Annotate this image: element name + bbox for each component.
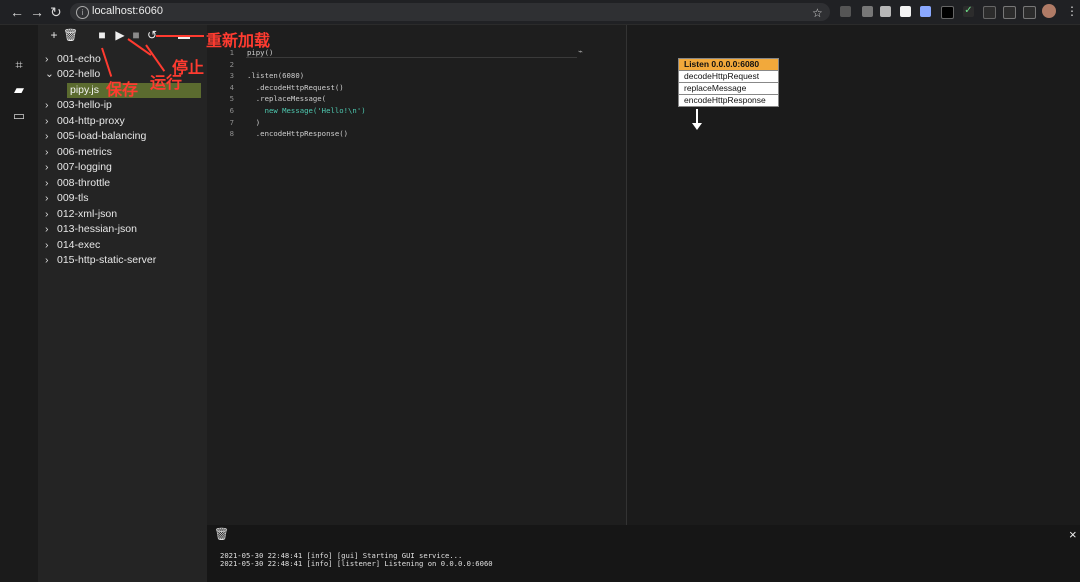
pipeline-node-item: decodeHttpRequest: [679, 70, 778, 82]
playlist-icon[interactable]: [1023, 6, 1036, 19]
code-line: .decodeHttpRequest(): [247, 82, 344, 92]
pipeline-node-item: replaceMessage: [679, 82, 778, 94]
chevron-right-icon: ›: [45, 99, 49, 111]
trash-icon[interactable]: 🗑: [63, 29, 78, 41]
info-icon[interactable]: i: [76, 6, 89, 19]
console-log-line: 2021-05-30 22:48:41 [info] [listener] Li…: [220, 559, 493, 568]
clear-console-icon[interactable]: 🗑: [214, 527, 229, 541]
line-number: 6: [229, 106, 234, 115]
address-text: localhost:6060: [92, 5, 163, 17]
chevron-right-icon: ›: [45, 192, 49, 204]
back-icon[interactable]: ←: [10, 4, 24, 20]
tree-item-002-hello[interactable]: ⌄ 002-hello: [45, 68, 100, 82]
extension-icon[interactable]: [880, 6, 891, 17]
extension-icon[interactable]: ✓: [963, 6, 974, 17]
folder-icon[interactable]: ▰: [11, 83, 27, 97]
more-menu-icon[interactable]: ⋮: [1066, 4, 1078, 18]
pipeline-node-item: encodeHttpResponse: [679, 94, 778, 106]
code-line: .listen(6080): [247, 71, 305, 81]
annotation-arrow: [156, 35, 204, 37]
pipeline-node-title: Listen 0.0.0.0:6080: [679, 59, 778, 70]
tree-item-008-throttle[interactable]: › 008-throttle: [45, 177, 110, 191]
line-number: 7: [229, 117, 234, 127]
pipeline-node[interactable]: Listen 0.0.0.0:6080 decodeHttpRequest re…: [678, 58, 779, 107]
chevron-right-icon: ›: [45, 130, 49, 142]
line-number: 3: [229, 71, 234, 81]
annotation-reload: 重新加载: [206, 33, 271, 50]
add-icon[interactable]: +: [48, 29, 60, 41]
reload-page-icon[interactable]: ↻: [50, 4, 62, 20]
forward-icon[interactable]: →: [30, 4, 44, 20]
browser-toolbar: ← → ↻ i localhost:6060 ☆ ✓ ⋮: [0, 0, 1080, 25]
tree-item-006-metrics[interactable]: › 006-metrics: [45, 146, 112, 160]
chevron-right-icon: ›: [45, 254, 49, 266]
annotation-run: 运行: [150, 75, 183, 92]
stop-icon[interactable]: ■: [130, 29, 142, 41]
chevron-right-icon: ›: [45, 53, 49, 65]
flow-icon[interactable]: ⌗: [11, 58, 27, 72]
tree-item-009-tls[interactable]: › 009-tls: [45, 192, 89, 206]
chevron-right-icon: ›: [45, 161, 49, 173]
code-line: ): [247, 117, 261, 127]
chevron-right-icon: ›: [45, 146, 49, 158]
chevron-down-icon: ⌄: [45, 68, 54, 80]
tree-item-014-exec[interactable]: › 014-exec: [45, 239, 100, 253]
chevron-right-icon: ›: [45, 239, 49, 251]
tree-item-007-logging[interactable]: › 007-logging: [45, 161, 112, 175]
annotation-save: 保存: [106, 82, 139, 99]
flow-arrowhead: [692, 123, 702, 130]
line-number: 2: [229, 59, 234, 69]
activity-bar: ⌗ ▰ ▭: [0, 25, 38, 582]
run-icon[interactable]: ▶: [114, 29, 126, 41]
save-icon[interactable]: ■: [96, 29, 108, 41]
editor-cursor-line: [246, 57, 577, 58]
chevron-right-icon: ›: [45, 208, 49, 220]
extension-icon[interactable]: [941, 6, 954, 19]
bookmark-star-icon[interactable]: ☆: [812, 5, 823, 21]
tree-item-015-http-static-server[interactable]: › 015-http-static-server: [45, 254, 156, 268]
code-line: new Message('Hello!\n'): [247, 106, 366, 115]
address-bar[interactable]: i localhost:6060: [70, 3, 830, 21]
code-line: .encodeHttpResponse(): [247, 129, 349, 139]
chevron-right-icon: ›: [45, 115, 49, 127]
extension-icon[interactable]: [900, 6, 911, 17]
code-line: .replaceMessage(: [247, 94, 327, 104]
close-console-icon[interactable]: ×: [1069, 527, 1077, 542]
tree-item-004-http-proxy[interactable]: › 004-http-proxy: [45, 115, 125, 129]
tree-item-012-xml-json[interactable]: › 012-xml-json: [45, 208, 117, 222]
extension-icon[interactable]: [920, 6, 931, 17]
minimap-icon: ⌁: [578, 47, 583, 56]
tree-item-013-hessian-json[interactable]: › 013-hessian-json: [45, 223, 137, 237]
line-number: 8: [229, 129, 234, 139]
chevron-right-icon: ›: [45, 177, 49, 189]
profile-avatar[interactable]: [1042, 4, 1056, 18]
extension-icon[interactable]: [862, 6, 873, 17]
extension-icon[interactable]: [840, 6, 851, 17]
tree-item-005-load-balancing[interactable]: › 005-load-balancing: [45, 130, 146, 144]
console-icon[interactable]: ▭: [11, 109, 27, 123]
line-number: 4: [229, 82, 234, 92]
chevron-right-icon: ›: [45, 223, 49, 235]
line-number: 5: [229, 94, 234, 104]
extension-icon[interactable]: [983, 6, 996, 19]
tree-item-003-hello-ip[interactable]: › 003-hello-ip: [45, 99, 112, 113]
puzzle-icon[interactable]: [1003, 6, 1016, 19]
tree-item-001-echo[interactable]: › 001-echo: [45, 53, 101, 67]
